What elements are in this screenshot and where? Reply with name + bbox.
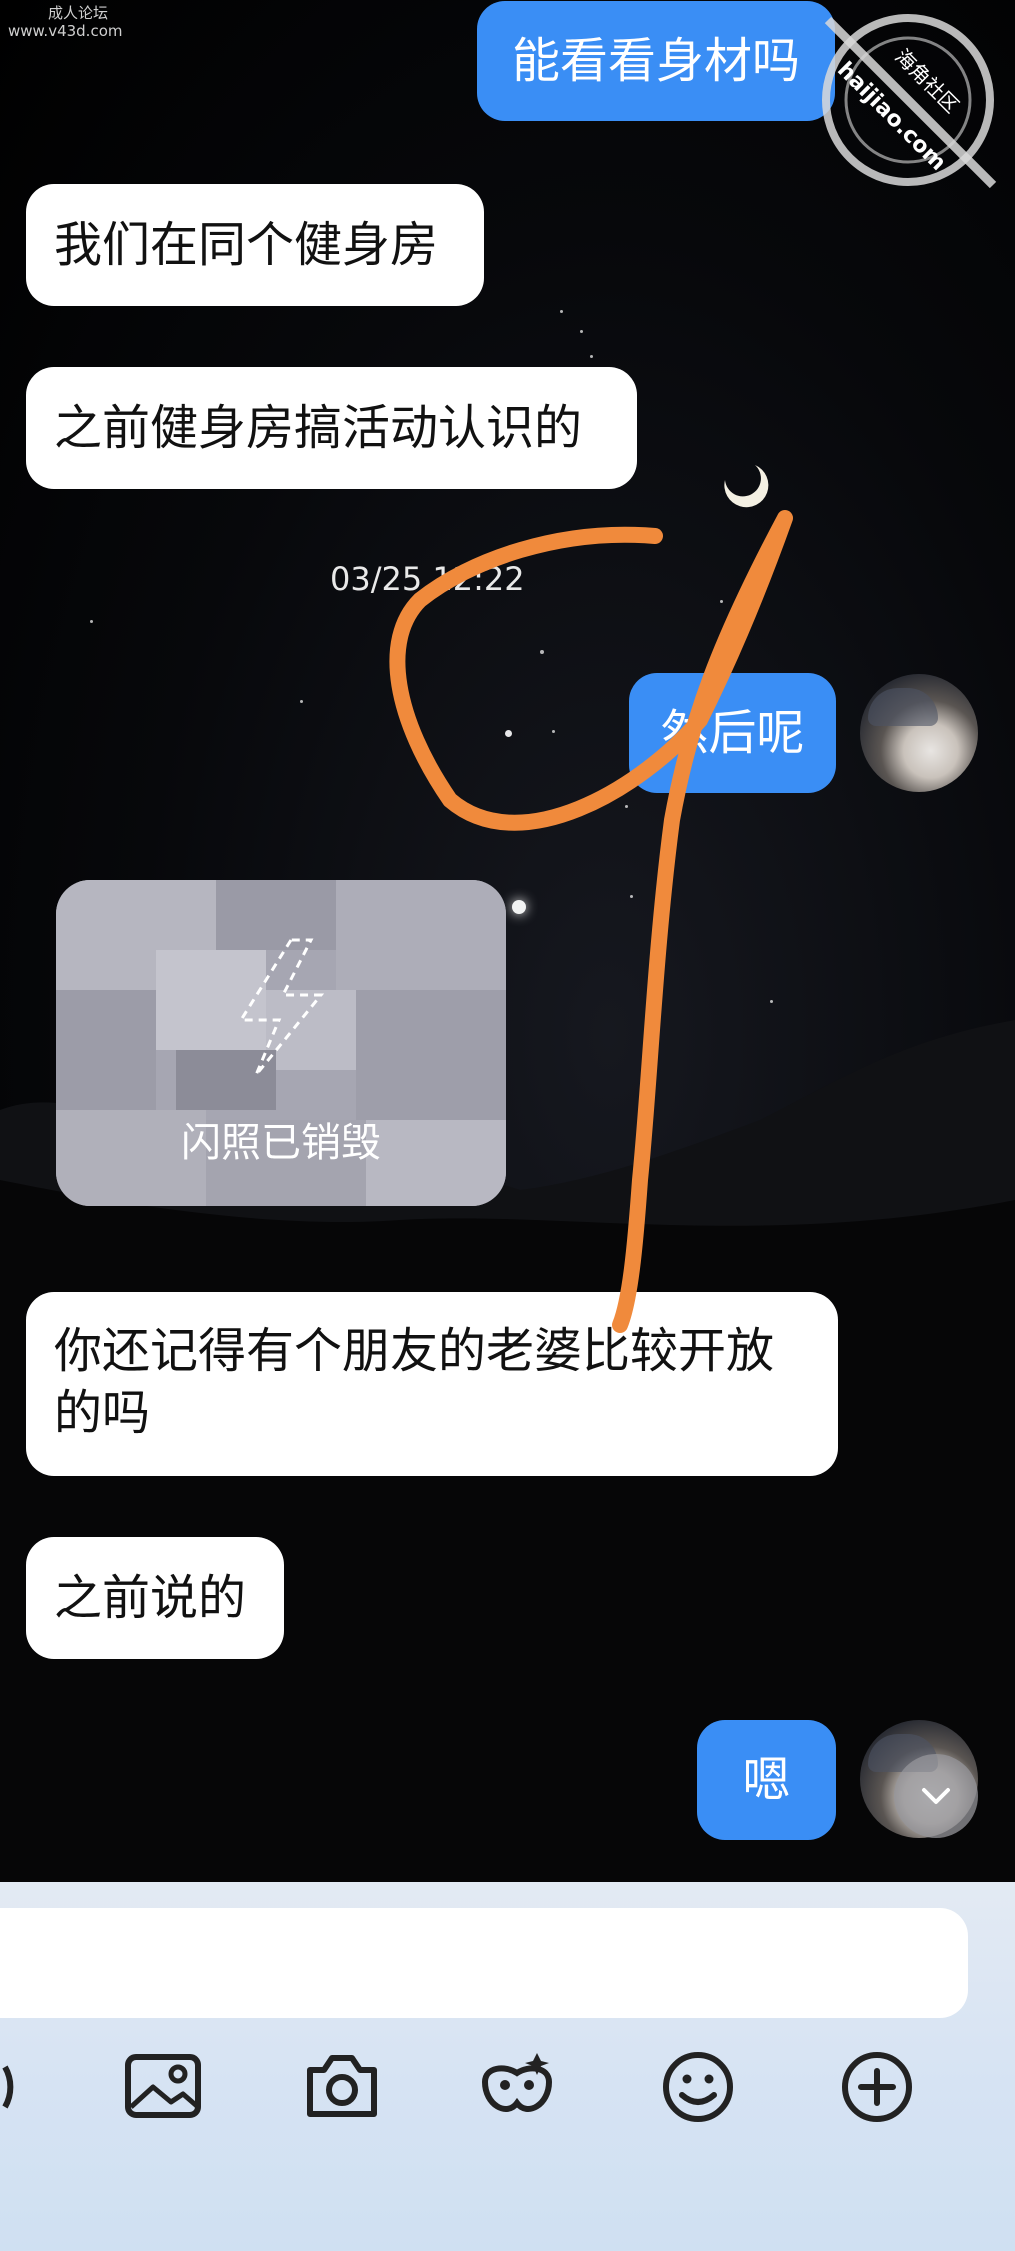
plus-icon[interactable]	[832, 2042, 922, 2132]
chat-area[interactable]: 成人论坛 www.v43d.com 能看看身材吗 我们在同个健身房 之前健身房搞…	[0, 0, 1015, 1882]
annotation-scribble	[389, 510, 793, 1333]
image-icon[interactable]	[118, 2042, 208, 2132]
magic-mask-icon[interactable]	[472, 2042, 562, 2132]
watermark-seal: 海角社区 haijiao.com	[822, 14, 997, 189]
voice-icon[interactable]	[0, 2042, 50, 2132]
emoji-icon[interactable]	[653, 2042, 743, 2132]
composer-panel	[0, 1882, 1015, 2251]
message-input[interactable]	[0, 1908, 968, 2018]
camera-icon[interactable]	[297, 2042, 387, 2132]
